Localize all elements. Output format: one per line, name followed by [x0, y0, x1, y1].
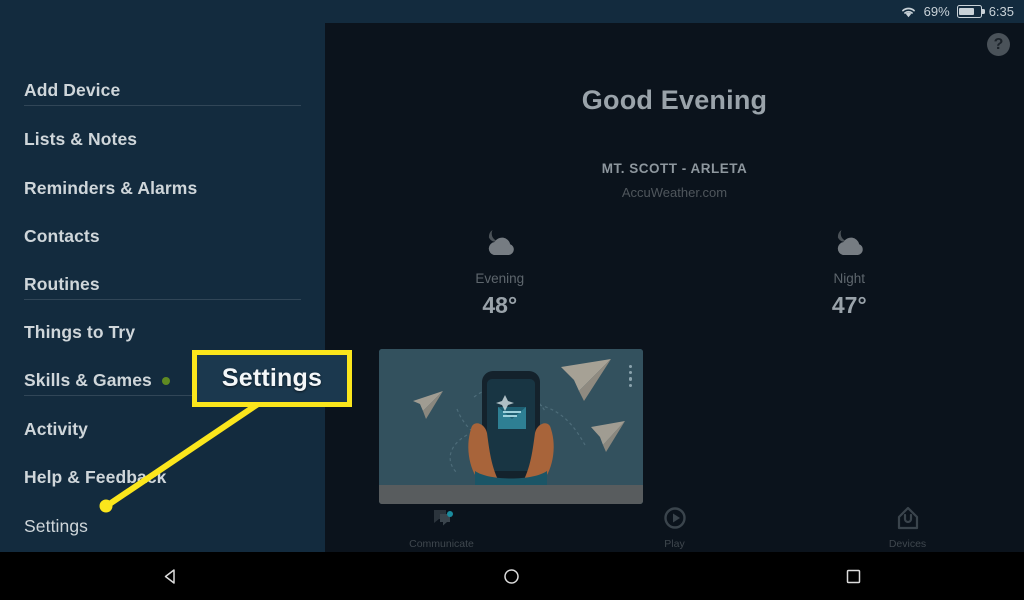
help-icon[interactable]: ? [987, 33, 1010, 56]
sidebar-divider [24, 299, 301, 300]
greeting-text: Good Evening [581, 85, 768, 115]
sidebar-item-routines[interactable]: Routines [24, 274, 100, 295]
battery-percent-label: 69% [923, 4, 950, 19]
more-vertical-icon[interactable] [628, 365, 632, 387]
android-navigation-bar [0, 552, 1024, 600]
weather-period-label: Night [833, 271, 865, 286]
home-circle-icon[interactable] [341, 567, 682, 586]
sidebar-item-label: Settings [24, 516, 89, 536]
weather-source-label: AccuWeather.com [621, 185, 728, 200]
sidebar-item-contacts[interactable]: Contacts [24, 226, 100, 247]
weather-period-label: Evening [475, 271, 525, 286]
back-triangle-icon[interactable] [0, 567, 341, 586]
weather-forecast-card: Evening 48° [325, 228, 675, 319]
sidebar-item-label: Activity [24, 419, 89, 439]
battery-icon [956, 5, 985, 18]
sidebar-item-lists-notes[interactable]: Lists & Notes [24, 129, 137, 150]
sidebar-item-label: Things to Try [24, 322, 136, 342]
tab-badge-dot [447, 511, 453, 517]
weather-temperature: 47° [831, 292, 867, 318]
tab-communicate[interactable]: Communicate [325, 506, 558, 550]
tab-play[interactable]: Play [558, 506, 791, 550]
bottom-tab-bar: Communicate Play Devices [325, 504, 1024, 552]
sidebar-item-label: Skills & Games [24, 370, 152, 390]
sidebar-item-label: Help & Feedback [24, 467, 167, 487]
sidebar-item-label: Add Device [24, 80, 121, 100]
promo-illustration [379, 349, 643, 504]
main-content: ? Good Evening MT. SCOTT - ARLETA AccuWe… [325, 23, 1024, 552]
devices-home-icon [896, 506, 920, 535]
wifi-icon [900, 5, 917, 18]
sidebar-item-settings[interactable]: Settings [24, 516, 88, 537]
play-circle-icon [663, 506, 687, 535]
notification-dot-icon [161, 376, 170, 385]
sidebar-item-label: Reminders & Alarms [24, 178, 198, 198]
sidebar-item-skills-games[interactable]: Skills & Games [24, 370, 170, 391]
weather-location-label: MT. SCOTT - ARLETA [601, 161, 748, 176]
settings-callout-box[interactable]: Settings [192, 350, 352, 407]
sidebar-item-activity[interactable]: Activity [24, 419, 88, 440]
sidebar-item-label: Contacts [24, 226, 100, 246]
clock-label: 6:35 [988, 4, 1014, 19]
sidebar-item-label: Lists & Notes [24, 129, 138, 149]
weather-forecast-card: Night 47° [675, 228, 1024, 319]
moon-cloud-icon [488, 230, 514, 255]
weather-temperature: 48° [482, 292, 518, 318]
sidebar-item-label: Routines [24, 274, 100, 294]
recents-square-icon[interactable] [683, 567, 1024, 586]
navigation-sidebar: Add Device Lists & Notes Reminders & Alarm… [0, 23, 325, 552]
status-bar: 69% 6:35 [0, 0, 1024, 23]
sidebar-item-help-feedback[interactable]: Help & Feedback [24, 467, 167, 488]
sidebar-item-things-to-try[interactable]: Things to Try [24, 322, 135, 343]
sidebar-divider [24, 105, 301, 106]
weather-forecast-row: Evening 48° Night 47° [325, 228, 1024, 319]
device-screen: 69% 6:35 Add Device Lists & Notes Reminder… [0, 0, 1024, 600]
tab-label: Play [664, 538, 685, 550]
tab-label: Communicate [409, 538, 474, 550]
callout-label: Settings [221, 364, 323, 392]
tab-devices[interactable]: Devices [791, 506, 1024, 550]
tab-label: Devices [888, 538, 927, 550]
promo-card[interactable] [379, 349, 643, 504]
sidebar-item-reminders-alarms[interactable]: Reminders & Alarms [24, 178, 197, 199]
sidebar-item-add-device[interactable]: Add Device [24, 80, 120, 101]
promo-caption-bar [379, 485, 643, 504]
moon-cloud-icon [838, 230, 864, 255]
